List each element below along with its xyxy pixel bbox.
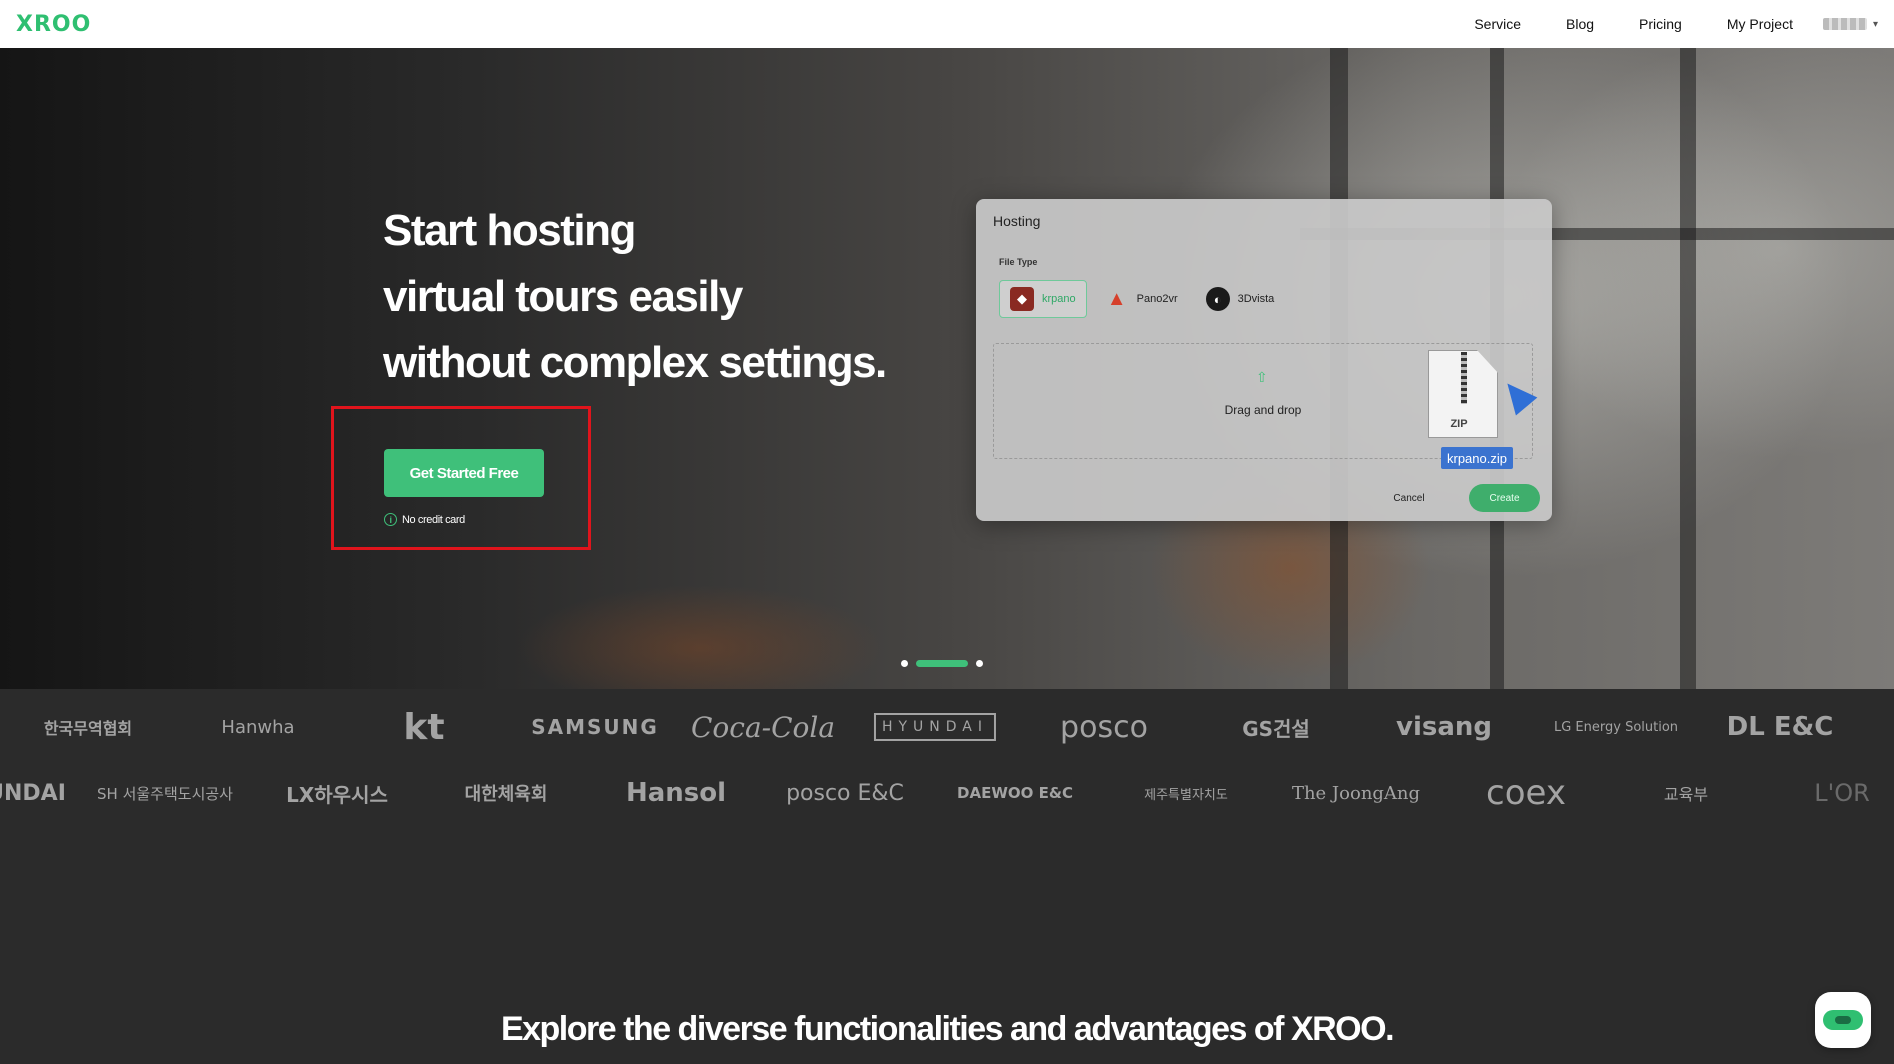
carousel-indicators: [901, 660, 983, 667]
dialog-cancel-button[interactable]: Cancel: [1380, 484, 1438, 512]
3dvista-icon: ◐: [1205, 287, 1230, 311]
client-logo: Coca-Cola: [690, 710, 836, 744]
file-type-krpano[interactable]: ◆ krpano: [999, 280, 1087, 318]
chat-button[interactable]: [1815, 992, 1871, 1048]
client-logo: posco: [1060, 709, 1148, 745]
nav-links: Service Blog Pricing My Project ▾: [1429, 16, 1878, 32]
client-logos-section: 한국무역협회 Hanwha kt SAMSUNG Coca-Cola HYUND…: [0, 689, 1894, 859]
user-name-blurred: [1822, 18, 1867, 30]
client-logo: SAMSUNG: [531, 715, 659, 739]
hero-title-line: Start hosting: [383, 206, 636, 255]
zip-label: ZIP: [1450, 418, 1468, 430]
no-credit-card-text: No credit card: [402, 513, 465, 526]
chat-icon: [1823, 1010, 1863, 1030]
client-logo: 교육부: [1663, 785, 1709, 804]
chevron-down-icon: ▾: [1872, 18, 1878, 30]
client-logo: GS건설: [1242, 716, 1310, 741]
pano2vr-icon: ▲: [1106, 287, 1127, 310]
client-logo: posco E&C: [786, 780, 904, 806]
hero-title-line: virtual tours easily: [383, 272, 743, 321]
xroo-logo[interactable]: XROO: [16, 12, 91, 37]
nav-link-service[interactable]: Service: [1474, 16, 1521, 32]
zipper-graphic: [1461, 352, 1467, 404]
user-menu[interactable]: ▾: [1822, 18, 1878, 30]
nav-link-pricing[interactable]: Pricing: [1639, 16, 1682, 32]
krpano-icon: ◆: [1010, 287, 1034, 311]
client-logo: kt: [403, 706, 445, 748]
client-logo: LX하우시스: [286, 782, 388, 807]
info-icon: i: [384, 513, 397, 526]
client-logo: coex: [1486, 773, 1566, 813]
hero-title-line: without complex settings.: [383, 338, 887, 387]
client-logo: The JoongAng: [1291, 782, 1421, 804]
hosting-dialog-mockup: Hosting File Type ◆ krpano ▲ Pano2vr ◐ 3…: [976, 199, 1552, 521]
client-logo: DL E&C: [1726, 712, 1834, 742]
background-window-frame: [1680, 48, 1696, 689]
drag-and-drop-zone[interactable]: ⇧ Drag and drop ZIP krpano.zip: [993, 343, 1538, 469]
nav-link-blog[interactable]: Blog: [1566, 16, 1594, 32]
client-logo: L'OR: [1814, 779, 1870, 807]
dialog-create-button[interactable]: Create: [1469, 484, 1540, 512]
hero-section: Start hosting virtual tours easily witho…: [0, 48, 1894, 689]
upload-icon: ⇧: [1256, 369, 1268, 385]
get-started-free-button[interactable]: Get Started Free: [384, 449, 544, 497]
client-logo: LG Energy Solution: [1553, 719, 1679, 735]
client-logo: UNDAI: [0, 780, 66, 806]
client-logo: 한국무역협회: [43, 719, 133, 738]
client-logo: 제주특별자치도: [1144, 787, 1228, 803]
client-logo: visang: [1395, 712, 1493, 742]
top-nav: XROO Service Blog Pricing My Project ▾: [0, 0, 1894, 48]
file-type-pano2vr[interactable]: ▲ Pano2vr: [1095, 280, 1188, 318]
client-logo: SH 서울주택도시공사: [97, 784, 233, 803]
client-logo: Hansol: [625, 778, 727, 808]
client-logo: DAEWOO E&C: [957, 784, 1073, 802]
client-logo: 대한체육회: [464, 784, 548, 805]
nav-link-my-project[interactable]: My Project: [1727, 16, 1793, 32]
carousel-dot[interactable]: [976, 660, 983, 667]
file-type-options: ◆ krpano ▲ Pano2vr ◐ 3Dvista: [999, 280, 1284, 318]
zip-file-icon: ZIP: [1428, 350, 1498, 438]
no-credit-card-note: i No credit card: [384, 513, 465, 526]
client-logo: Hanwha: [221, 716, 295, 738]
file-type-3dvista[interactable]: ◐ 3Dvista: [1196, 280, 1285, 318]
file-type-label-krpano: krpano: [1042, 293, 1076, 305]
file-type-label: File Type: [999, 257, 1038, 267]
dialog-title: Hosting: [993, 213, 1041, 229]
file-type-label-3dvista: 3Dvista: [1237, 293, 1275, 305]
carousel-dot-active[interactable]: [916, 660, 968, 667]
client-logo: HYUNDAI: [873, 713, 997, 741]
hero-title: Start hosting virtual tours easily witho…: [383, 198, 887, 396]
explore-heading: Explore the diverse functionalities and …: [500, 1010, 1395, 1048]
zip-filename-tag: krpano.zip: [1441, 447, 1513, 469]
carousel-dot[interactable]: [901, 660, 908, 667]
file-type-label-pano2vr: Pano2vr: [1136, 293, 1178, 305]
